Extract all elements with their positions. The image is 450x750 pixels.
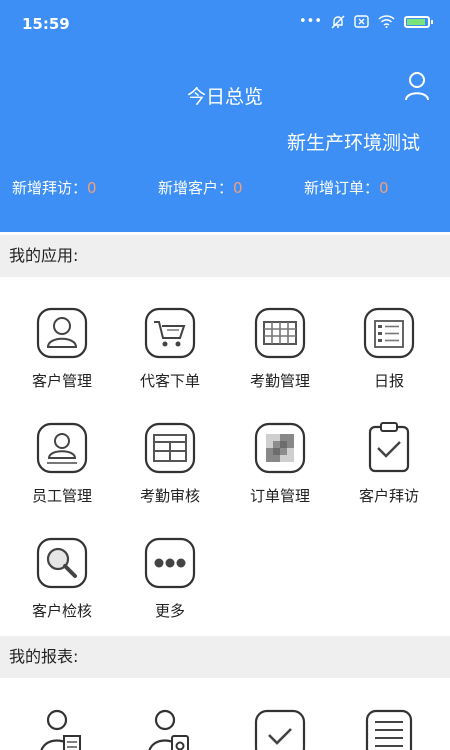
reports-section-title: 我的报表:: [0, 636, 450, 678]
stat-new-orders: 新增订单：0: [304, 177, 389, 198]
status-icons: •••: [298, 14, 433, 29]
app-more[interactable]: 更多: [114, 536, 226, 621]
stat-value: 0: [87, 179, 97, 197]
employee-icon: [35, 421, 89, 475]
report-item-1[interactable]: [6, 708, 118, 750]
app-label: 更多: [154, 602, 185, 620]
user-profile-icon[interactable]: [404, 71, 430, 101]
attendance-review-icon: [143, 421, 197, 475]
stat-label: 新增拜访：: [12, 179, 88, 197]
org-name: 新生产环境测试: [286, 132, 420, 154]
app-label: 客户拜访: [358, 487, 419, 505]
stat-value: 0: [233, 179, 243, 197]
stat-value: 0: [379, 179, 389, 197]
app-label: 日报: [373, 372, 404, 390]
app-customer-management[interactable]: 客户管理: [6, 306, 118, 391]
app-daily-report[interactable]: 日报: [333, 306, 445, 391]
app-label: 代客下单: [139, 372, 200, 390]
app-attendance-review[interactable]: 考勤审核: [114, 421, 226, 506]
stat-label: 新增客户：: [158, 179, 234, 197]
apps-section-title: 我的应用:: [0, 235, 450, 277]
app-label: 员工管理: [31, 487, 92, 505]
app-order-management[interactable]: 订单管理: [224, 421, 336, 506]
sim-off-icon: [354, 15, 369, 28]
order-icon: [253, 421, 307, 475]
app-label: 客户管理: [31, 372, 92, 390]
magnifier-icon: [35, 536, 89, 590]
app-label: 考勤管理: [249, 372, 310, 390]
stats-row: 新增拜访：0 新增客户：0 新增订单：0: [0, 177, 450, 201]
app-label: 订单管理: [249, 487, 310, 505]
customer-icon: [35, 306, 89, 360]
stat-new-visits: 新增拜访：0: [12, 177, 97, 198]
app-place-order[interactable]: 代客下单: [114, 306, 226, 391]
battery-icon: [404, 15, 433, 28]
stat-label: 新增订单：: [304, 179, 380, 197]
stat-new-customers: 新增客户：0: [158, 177, 243, 198]
status-bar: 15:59 •••: [0, 0, 450, 48]
header: 15:59 ••• 今日总览 新生产环境测试 新增拜访：0 新增客户：0 新增订…: [0, 0, 450, 232]
more-icon: [143, 536, 197, 590]
check-report-icon: [253, 708, 307, 750]
wifi-icon: [378, 15, 395, 28]
clipboard-check-icon: [362, 421, 416, 475]
daily-report-icon: [362, 306, 416, 360]
cart-icon: [143, 306, 197, 360]
report-item-4[interactable]: [333, 708, 445, 750]
person-report-icon: [35, 708, 89, 750]
mute-bell-icon: [331, 15, 345, 28]
app-attendance-management[interactable]: 考勤管理: [224, 306, 336, 391]
status-time: 15:59: [22, 15, 70, 33]
app-customer-visit[interactable]: 客户拜访: [333, 421, 445, 506]
more-dots-icon: •••: [298, 14, 322, 29]
app-customer-check[interactable]: 客户检核: [6, 536, 118, 621]
app-employee-management[interactable]: 员工管理: [6, 421, 118, 506]
report-item-3[interactable]: [224, 708, 336, 750]
attendance-grid-icon: [253, 306, 307, 360]
app-label: 考勤审核: [139, 487, 200, 505]
person-badge-icon: [143, 708, 197, 750]
app-label: 客户检核: [31, 602, 92, 620]
page-title: 今日总览: [186, 86, 263, 108]
report-item-2[interactable]: [114, 708, 226, 750]
list-report-icon: [362, 708, 416, 750]
